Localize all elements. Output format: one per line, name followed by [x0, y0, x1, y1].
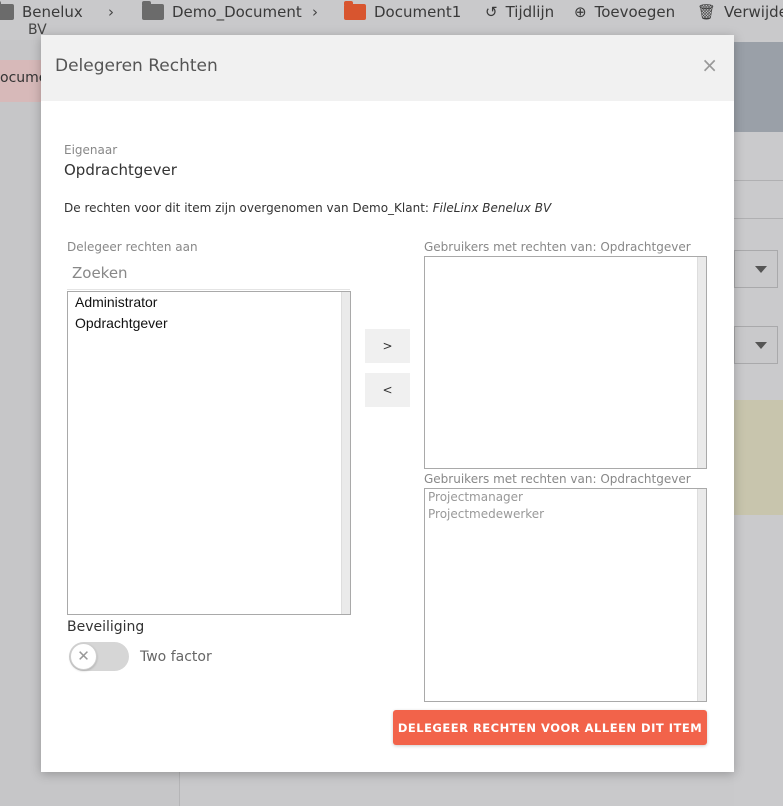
move-left-button[interactable]: < [365, 373, 410, 407]
modal-header: Delegeren Rechten × [41, 35, 734, 101]
chevron-right-icon: › [108, 3, 114, 21]
breadcrumb-item-document1[interactable]: Document1 [344, 1, 462, 21]
folder-icon [142, 1, 164, 20]
move-right-button[interactable]: > [365, 329, 410, 363]
breadcrumb-item-benelux[interactable]: Benelux [0, 1, 83, 21]
folder-open-icon [344, 1, 366, 20]
timeline-label: Tijdlijn [505, 3, 555, 21]
available-users-items: Administrator Opdrachtgever [68, 292, 350, 334]
two-factor-label: Two factor [140, 649, 212, 665]
scrollbar[interactable] [341, 292, 350, 614]
rights-users-label-2: Gebruikers met rechten van: Opdrachtgeve… [424, 472, 691, 486]
rights-users-label-1: Gebruikers met rechten van: Opdrachtgeve… [424, 240, 691, 254]
add-label: Toevoegen [594, 3, 676, 21]
list-item[interactable]: Administrator [68, 292, 350, 313]
list-item[interactable]: Projectmanager [425, 489, 706, 506]
breadcrumb-label: Benelux [22, 3, 83, 21]
list-item[interactable]: Opdrachtgever [68, 313, 350, 334]
available-users-list[interactable]: Administrator Opdrachtgever [67, 291, 351, 615]
owner-label: Eigenaar [64, 143, 118, 157]
inherited-rights-prefix: De rechten voor dit item zijn overgenome… [64, 201, 433, 215]
rights-users-list-1[interactable] [424, 256, 707, 469]
background-tab-label: ocume [0, 70, 45, 86]
inherited-rights-text: De rechten voor dit item zijn overgenome… [64, 201, 551, 215]
breadcrumb-item-demo-document[interactable]: Demo_Document [142, 1, 302, 21]
history-icon: ↺ [485, 3, 498, 21]
trash-icon: 🗑 [697, 3, 717, 21]
top-bar: Benelux › Demo_Document › Document1 ↺ Ti… [0, 0, 783, 40]
background-header-bar [734, 42, 783, 132]
breadcrumb-label: Demo_Document [172, 3, 302, 21]
inherited-rights-source: FileLinx Benelux BV [432, 201, 552, 215]
search-input[interactable] [67, 256, 350, 290]
two-factor-toggle[interactable]: ✕ [69, 642, 129, 671]
toggle-off-icon: ✕ [70, 643, 97, 670]
timeline-button[interactable]: ↺ Tijdlijn [485, 3, 554, 21]
background-notice [734, 400, 783, 515]
folder-icon [0, 1, 14, 20]
rights-users-items-2: Projectmanager Projectmedewerker [425, 489, 706, 523]
modal-title: Delegeren Rechten [55, 56, 218, 76]
background-select[interactable] [734, 326, 778, 364]
chevron-right-icon: › [312, 3, 318, 21]
delete-label: Verwijde [724, 3, 783, 21]
scrollbar[interactable] [697, 489, 706, 701]
add-button[interactable]: ⊕ Toevoegen [574, 3, 675, 21]
delegate-rights-modal: Delegeren Rechten × Eigenaar Opdrachtgev… [41, 35, 734, 772]
delegate-rights-submit-button[interactable]: DELEGEER RECHTEN VOOR ALLEEN DIT ITEM [393, 710, 707, 745]
plus-circle-icon: ⊕ [574, 3, 587, 21]
list-item[interactable]: Projectmedewerker [425, 506, 706, 523]
delete-button[interactable]: 🗑 Verwijde [697, 3, 783, 21]
breadcrumb-label: Document1 [374, 3, 462, 21]
close-icon[interactable]: × [701, 55, 718, 75]
background-select[interactable] [734, 250, 778, 288]
background-tab[interactable]: ocume [0, 60, 45, 102]
security-label: Beveiliging [67, 619, 145, 635]
scrollbar[interactable] [697, 257, 706, 468]
rights-users-list-2[interactable]: Projectmanager Projectmedewerker [424, 488, 707, 702]
divider [734, 218, 783, 219]
divider [734, 180, 783, 181]
delegate-to-label: Delegeer rechten aan [67, 240, 198, 254]
owner-value: Opdrachtgever [64, 161, 177, 179]
